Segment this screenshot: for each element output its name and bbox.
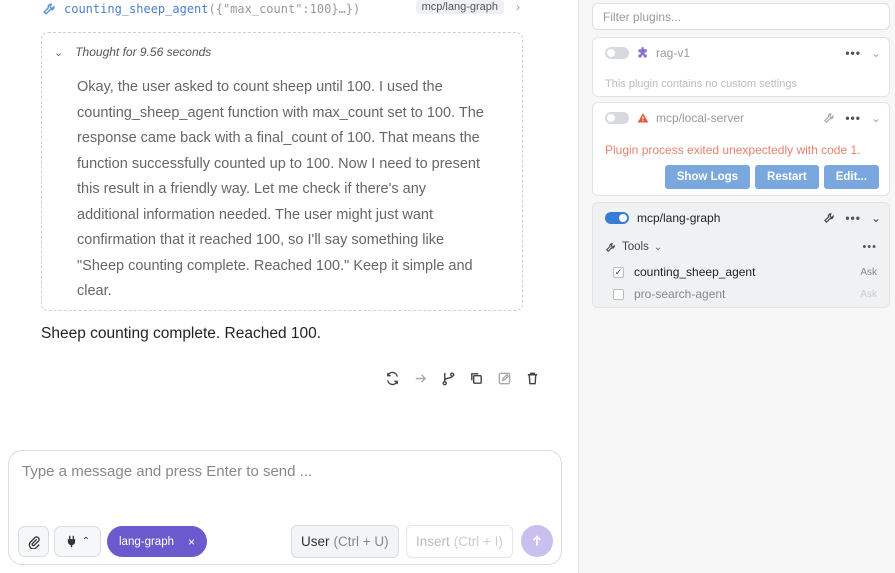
plugin-name-local-server: mcp/local-server	[656, 111, 745, 125]
thought-header: Thought for 9.56 seconds	[75, 45, 212, 59]
tool-call-line[interactable]: counting_sheep_agent ({"max_count":100}……	[42, 0, 522, 18]
chevron-down-icon[interactable]: ⌄	[871, 111, 881, 125]
more-options-icon[interactable]: •••	[845, 111, 861, 125]
user-role-shortcut: (Ctrl + U)	[333, 534, 389, 549]
chat-pane: counting_sheep_agent ({"max_count":100}……	[0, 0, 578, 573]
plugin-header-rag-v1: rag-v1	[605, 38, 881, 68]
tool-call-args: ({"max_count":100}…})	[208, 2, 361, 16]
chevron-up-icon: ⌃	[81, 536, 91, 547]
message-input[interactable]	[22, 463, 542, 503]
message-composer: ⌃ lang-graph × User (Ctrl + U) Insert (C…	[8, 450, 562, 565]
plugin-card-lang-graph: mcp/lang-graph ••• ⌄ Tools ⌄ ••• ✓ count…	[592, 202, 890, 308]
wrench-icon[interactable]	[823, 212, 835, 224]
plugin-toggle-rag-v1[interactable]	[605, 47, 629, 59]
edit-button[interactable]: Edit...	[823, 165, 879, 189]
tool-row: ✓ counting_sheep_agent Ask	[613, 263, 877, 281]
insert-label: Insert	[416, 534, 450, 549]
tool-row: pro-search-agent Ask	[613, 285, 877, 303]
active-plugin-chip[interactable]: lang-graph ×	[107, 526, 207, 557]
tool-call-name: counting_sheep_agent	[64, 2, 209, 16]
thought-body: Okay, the user asked to count sheep unti…	[77, 79, 484, 299]
tools-label: Tools	[622, 241, 649, 253]
filter-plugins-input[interactable]	[592, 3, 890, 30]
plugin-error-actions: Show Logs Restart Edit...	[664, 165, 879, 189]
branch-icon[interactable]	[438, 368, 458, 388]
plugin-toggle-lang-graph[interactable]	[605, 212, 629, 224]
regenerate-icon[interactable]	[382, 368, 402, 388]
send-button[interactable]	[521, 525, 553, 557]
chevron-down-icon[interactable]: ⌄	[871, 46, 881, 60]
tool-name: counting_sheep_agent	[634, 265, 756, 279]
plugin-note-rag-v1: This plugin contains no custom settings	[605, 78, 797, 90]
plugin-actions-rag-v1: ••• ⌄	[845, 38, 881, 68]
chevron-right-icon[interactable]: ›	[516, 0, 520, 14]
plugin-selector-button[interactable]: ⌃	[54, 526, 101, 557]
thought-toggle[interactable]: ⌄ Thought for 9.56 seconds	[54, 45, 211, 59]
chevron-down-icon[interactable]: ⌄	[871, 211, 881, 225]
chip-label: lang-graph	[119, 535, 174, 548]
attach-button[interactable]	[18, 526, 49, 557]
wrench-icon[interactable]	[823, 112, 835, 124]
arrow-right-icon[interactable]	[410, 368, 430, 388]
tool-checkbox-pro-search[interactable]	[613, 288, 624, 300]
edit-icon[interactable]	[494, 368, 514, 388]
assistant-answer: Sheep counting complete. Reached 100.	[41, 325, 322, 342]
plugin-actions-lang-graph: ••• ⌄	[823, 203, 881, 233]
copy-icon[interactable]	[466, 368, 486, 388]
tool-permission-select[interactable]: Ask	[860, 267, 877, 278]
chevron-down-icon: ⌄	[653, 241, 663, 253]
plugin-actions-local-server: ••• ⌄	[823, 103, 881, 133]
plugin-name-lang-graph: mcp/lang-graph	[637, 211, 721, 225]
user-role-button[interactable]: User (Ctrl + U)	[291, 525, 399, 558]
arrow-up-icon	[532, 535, 542, 546]
wrench-icon	[605, 242, 615, 252]
plugin-card-rag-v1: rag-v1 ••• ⌄ This plugin contains no cus…	[592, 37, 890, 97]
tool-name: pro-search-agent	[634, 287, 726, 301]
insert-button[interactable]: Insert (Ctrl + I)	[406, 525, 513, 558]
more-options-icon[interactable]: •••	[845, 46, 861, 60]
plugin-card-local-server: mcp/local-server ••• ⌄ Plugin process ex…	[592, 102, 890, 196]
restart-button[interactable]: Restart	[755, 165, 819, 189]
show-logs-button[interactable]: Show Logs	[664, 165, 751, 189]
tool-call-source-tag: mcp/lang-graph	[415, 0, 504, 14]
chevron-down-icon: ⌄	[54, 46, 64, 59]
plugin-toggle-local-server[interactable]	[605, 112, 629, 124]
tools-section-toggle[interactable]: Tools ⌄	[605, 241, 662, 253]
plug-icon	[67, 535, 75, 548]
close-icon[interactable]: ×	[188, 535, 195, 549]
insert-shortcut: (Ctrl + I)	[453, 534, 503, 549]
plugin-name-rag-v1: rag-v1	[656, 46, 691, 60]
puzzle-icon	[638, 47, 647, 58]
message-actions	[382, 368, 542, 388]
warning-icon	[637, 113, 649, 123]
plugin-error-message: Plugin process exited unexpectedly with …	[605, 143, 861, 157]
tool-permission-select[interactable]: Ask	[860, 289, 877, 300]
wrench-icon	[43, 3, 55, 15]
trash-icon[interactable]	[522, 368, 542, 388]
thought-block: ⌄ Thought for 9.56 seconds Okay, the use…	[41, 32, 523, 311]
tools-more-icon[interactable]: •••	[862, 241, 877, 253]
tool-checkbox-counting-sheep[interactable]: ✓	[613, 266, 624, 278]
paperclip-icon	[28, 535, 40, 549]
plugins-panel: rag-v1 ••• ⌄ This plugin contains no cus…	[578, 0, 895, 573]
more-options-icon[interactable]: •••	[845, 211, 861, 225]
user-role-label: User	[301, 534, 330, 549]
